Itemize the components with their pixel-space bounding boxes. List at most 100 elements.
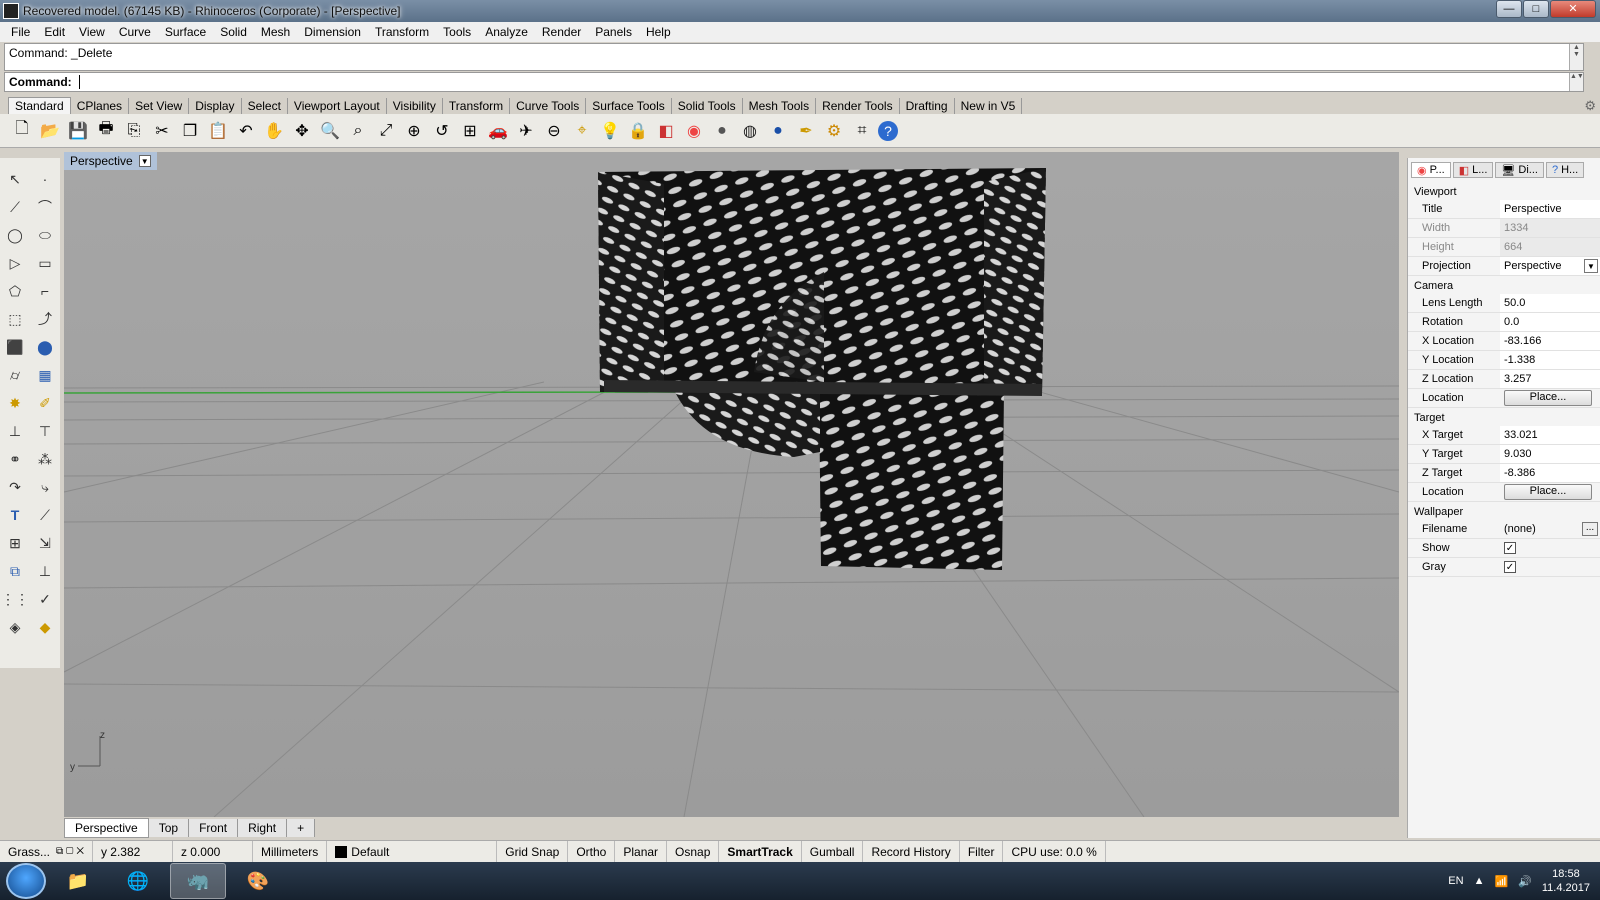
join-icon[interactable]: ⊥ [2,418,28,444]
filter-toggle[interactable]: Filter [960,841,1004,862]
grid-snap-toggle[interactable]: Grid Snap [497,841,569,862]
menu-tools[interactable]: Tools [436,25,478,39]
viewport-title[interactable]: Perspective [70,154,133,168]
menu-help[interactable]: Help [639,25,678,39]
panel-tab-properties[interactable]: ◉ P... [1411,162,1451,178]
arc-icon[interactable]: ⬠ [2,278,28,304]
menu-view[interactable]: View [72,25,112,39]
tab-select[interactable]: Select [242,98,288,114]
grasshopper-minimized-window[interactable]: Grass... ⧉ ▢ ✕ [0,841,93,862]
tab-transform[interactable]: Transform [443,98,511,114]
extrude-icon[interactable]: ⤴ [32,306,58,332]
car-icon[interactable]: 🚗 [486,119,510,143]
polygon-icon[interactable]: ▷ [2,250,28,276]
text-icon[interactable]: T [2,502,28,528]
command-input-caret[interactable] [79,75,84,89]
tab-drafting[interactable]: Drafting [900,98,955,114]
maximize-button[interactable]: □ [1523,0,1549,18]
light-icon[interactable]: 💡 [598,119,622,143]
rendered-icon[interactable]: ◍ [738,119,762,143]
menu-solid[interactable]: Solid [213,25,254,39]
snap-icon[interactable]: ⌖ [570,119,594,143]
analyze-icon[interactable]: ⊥ [32,558,58,584]
undo-view-icon[interactable]: ↺ [430,119,454,143]
viewport-tab-right[interactable]: Right [238,819,288,837]
rotation-field[interactable]: 0.0 [1500,313,1600,331]
zoom-selected-icon[interactable]: ⊕ [402,119,426,143]
menu-edit[interactable]: Edit [37,25,72,39]
prop-title-field[interactable]: Perspective [1500,200,1600,218]
tab-display[interactable]: Display [189,98,242,114]
new-icon[interactable]: 🗋 [10,119,34,143]
explode-icon[interactable]: ✸ [2,390,28,416]
rotate-view-icon[interactable]: ✥ [290,119,314,143]
tab-curve-tools[interactable]: Curve Tools [510,98,587,114]
ortho-toggle[interactable]: Ortho [568,841,616,862]
grasshopper-icon[interactable]: ⌗ [850,119,874,143]
cylinder-icon[interactable]: ⌭ [2,362,28,388]
restore-icon[interactable]: ⧉ ▢ ✕ [56,846,84,857]
panel-tab-display[interactable]: 🖥 Di... [1495,162,1544,178]
boolean-icon[interactable]: ⚭ [2,446,28,472]
planar-toggle[interactable]: Planar [615,841,668,862]
x-location-field[interactable]: -83.166 [1500,332,1600,350]
viewport-tab-top[interactable]: Top [148,819,190,837]
mesh-icon[interactable]: ▦ [32,362,58,388]
shade-icon[interactable]: ● [710,119,734,143]
show-hidden-icons-chevron-icon[interactable]: ▲ [1474,875,1485,887]
array-icon[interactable]: ⊞ [2,530,28,556]
rectangle-icon[interactable]: ▭ [32,250,58,276]
fillet-icon[interactable]: ↷ [2,474,28,500]
y-location-field[interactable]: -1.338 [1500,351,1600,369]
osnap-toggle[interactable]: Osnap [667,841,720,862]
menu-file[interactable]: File [4,25,37,39]
scale-icon[interactable]: ⧉ [2,558,28,584]
z-target-field[interactable]: -8.386 [1500,464,1600,482]
menu-curve[interactable]: Curve [112,25,158,39]
layer-icon[interactable]: ◧ [654,119,678,143]
tab-solid-tools[interactable]: Solid Tools [672,98,743,114]
rhino-icon[interactable]: 🦏 [170,863,226,899]
record-history-toggle[interactable]: Record History [863,841,960,862]
projection-dropdown-chevron-icon[interactable]: ▼ [1584,259,1598,273]
perspective-viewport[interactable]: z y [64,152,1399,817]
copy-icon[interactable]: ❐ [178,119,202,143]
cplane-icon[interactable]: ⊖ [542,119,566,143]
color-wheel-icon[interactable]: ◉ [682,119,706,143]
command-history[interactable]: Command: _Delete ▲ ▼ [4,43,1584,71]
circle-icon[interactable]: ◯ [2,222,28,248]
split-icon[interactable]: ⊤ [32,418,58,444]
print-icon[interactable]: 🖶 [94,119,118,143]
status-layer[interactable]: Default [327,841,498,862]
point-icon[interactable]: · [32,166,58,192]
zoom-extents-icon[interactable]: ⤢ [374,119,398,143]
gray-checkbox[interactable]: ✓ [1504,561,1516,573]
projection-select[interactable]: Perspective ▼ [1500,257,1600,275]
viewport-tab-front[interactable]: Front [189,819,239,837]
menu-panels[interactable]: Panels [588,25,639,39]
box-icon[interactable]: ⬛ [2,334,28,360]
trim-icon[interactable]: ✐ [32,390,58,416]
tab-set-view[interactable]: Set View [129,98,190,114]
curve-fillet-icon[interactable]: ⌐ [32,278,58,304]
command-line-scrollbar[interactable]: ▲▼ [1569,73,1584,91]
save-icon[interactable]: 💾 [66,119,90,143]
command-history-scrollbar[interactable]: ▲ ▼ [1569,44,1583,70]
cut-icon[interactable]: ✂ [150,119,174,143]
sphere-icon[interactable]: ● [766,119,790,143]
lock-icon[interactable]: 🔒 [626,119,650,143]
tab-mesh-tools[interactable]: Mesh Tools [743,98,817,114]
tab-visibility[interactable]: Visibility [387,98,443,114]
polyline-icon[interactable]: ⟋ [2,194,28,220]
tab-new-in-v5[interactable]: New in V5 [955,98,1023,114]
y-target-field[interactable]: 9.030 [1500,445,1600,463]
rhino-app-icon[interactable] [3,3,19,19]
zoom-icon[interactable]: 🔍 [318,119,342,143]
named-views-icon[interactable]: ✈ [514,119,538,143]
surface-corner-icon[interactable]: ⬚ [2,306,28,332]
minimize-button[interactable]: — [1496,0,1522,18]
chrome-icon[interactable]: 🌐 [110,863,166,899]
tab-viewport-layout[interactable]: Viewport Layout [288,98,387,114]
add-viewport-tab-icon[interactable]: + [287,819,316,837]
select-icon[interactable]: ↖ [2,166,28,192]
